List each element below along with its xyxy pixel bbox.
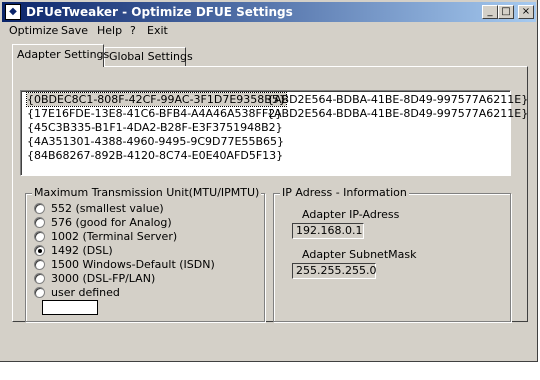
mtu-option-label: 1492 (DSL)	[51, 244, 113, 257]
title-bar[interactable]: ◆ DFUeTweaker - Optimize DFUE Settings _…	[2, 2, 536, 22]
menu-exit[interactable]: Exit	[147, 24, 168, 37]
list-item[interactable]: {0BDEC8C1-808F-42CF-99AC-3F1D7E9358B5}	[26, 92, 287, 107]
radio-button[interactable]	[34, 287, 45, 298]
list-item[interactable]: {ABD2E564-BDBA-41BE-8D49-997577A6211E}	[267, 93, 528, 106]
menu-bar: Optimize Save Help ? Exit	[2, 22, 536, 40]
menu-about[interactable]: ?	[130, 24, 136, 37]
app-icon[interactable]: ◆	[5, 4, 21, 20]
maximize-button[interactable]: □	[498, 5, 514, 19]
mtu-option-1500[interactable]: 1500 Windows-Default (ISDN)	[34, 258, 215, 271]
subnet-mask-field: 255.255.255.0	[292, 263, 376, 279]
mtu-option-label: 3000 (DSL-FP/LAN)	[51, 272, 156, 285]
ip-info-group: IP Adress - Information Adapter IP-Adres…	[273, 186, 511, 322]
app-window: ◆ DFUeTweaker - Optimize DFUE Settings _…	[0, 0, 538, 362]
mtu-option-label: 576 (good for Analog)	[51, 216, 172, 229]
close-button[interactable]: ×	[518, 5, 534, 19]
tab-global-settings[interactable]: Global Settings	[104, 47, 193, 66]
mtu-option-label: 552 (smallest value)	[51, 202, 164, 215]
mtu-option-3000[interactable]: 3000 (DSL-FP/LAN)	[34, 272, 155, 285]
adapter-list[interactable]: {0BDEC8C1-808F-42CF-99AC-3F1D7E9358B5} {…	[20, 90, 528, 176]
ip-info-group-label: IP Adress - Information	[280, 186, 409, 199]
minimize-button[interactable]: _	[482, 5, 498, 19]
menu-save[interactable]: Save	[61, 24, 88, 37]
mtu-option-label: 1500 Windows-Default (ISDN)	[51, 258, 215, 271]
list-item[interactable]: {4A351301-4388-4960-9495-9C9D77E55B65}	[27, 135, 284, 148]
list-item[interactable]: {84B68267-892B-4120-8C74-E0E40AFD5F13}	[27, 149, 283, 162]
menu-help[interactable]: Help	[97, 24, 122, 37]
radio-button[interactable]	[34, 217, 45, 228]
mtu-option-576[interactable]: 576 (good for Analog)	[34, 216, 172, 229]
radio-button[interactable]	[34, 273, 45, 284]
list-item[interactable]: {17E16FDE-13E8-41C6-BFB4-A4A46A538FF2}	[27, 107, 282, 120]
radio-button[interactable]	[34, 231, 45, 242]
window-title: DFUeTweaker - Optimize DFUE Settings	[26, 5, 293, 19]
tab-adapter-settings[interactable]: Adapter Settings	[12, 44, 109, 67]
mtu-option-1492[interactable]: 1492 (DSL)	[34, 244, 113, 257]
mtu-group-label: Maximum Transmission Unit(MTU/IPMTU)	[32, 186, 262, 199]
ip-address-field: 192.168.0.1	[292, 223, 364, 239]
radio-button[interactable]	[34, 203, 45, 214]
mtu-group: Maximum Transmission Unit(MTU/IPMTU) 552…	[25, 186, 265, 322]
menu-optimize[interactable]: Optimize	[9, 24, 58, 37]
ip-address-label: Adapter IP-Adress	[302, 208, 400, 221]
subnet-mask-label: Adapter SubnetMask	[302, 248, 417, 261]
mtu-option-user-defined[interactable]: user defined	[34, 286, 120, 299]
mtu-option-label: user defined	[51, 286, 120, 299]
list-item[interactable]: {ABD2E564-BDBA-41BE-8D49-997577A6211E}	[267, 107, 528, 120]
mtu-option-1002[interactable]: 1002 (Terminal Server)	[34, 230, 177, 243]
mtu-option-552[interactable]: 552 (smallest value)	[34, 202, 164, 215]
list-item[interactable]: {45C3B335-B1F1-4DA2-B28F-E3F3751948B2}	[27, 121, 283, 134]
radio-button[interactable]	[34, 259, 45, 270]
radio-button[interactable]	[34, 245, 45, 256]
mtu-user-value-input[interactable]	[42, 300, 98, 315]
mtu-option-label: 1002 (Terminal Server)	[51, 230, 178, 243]
